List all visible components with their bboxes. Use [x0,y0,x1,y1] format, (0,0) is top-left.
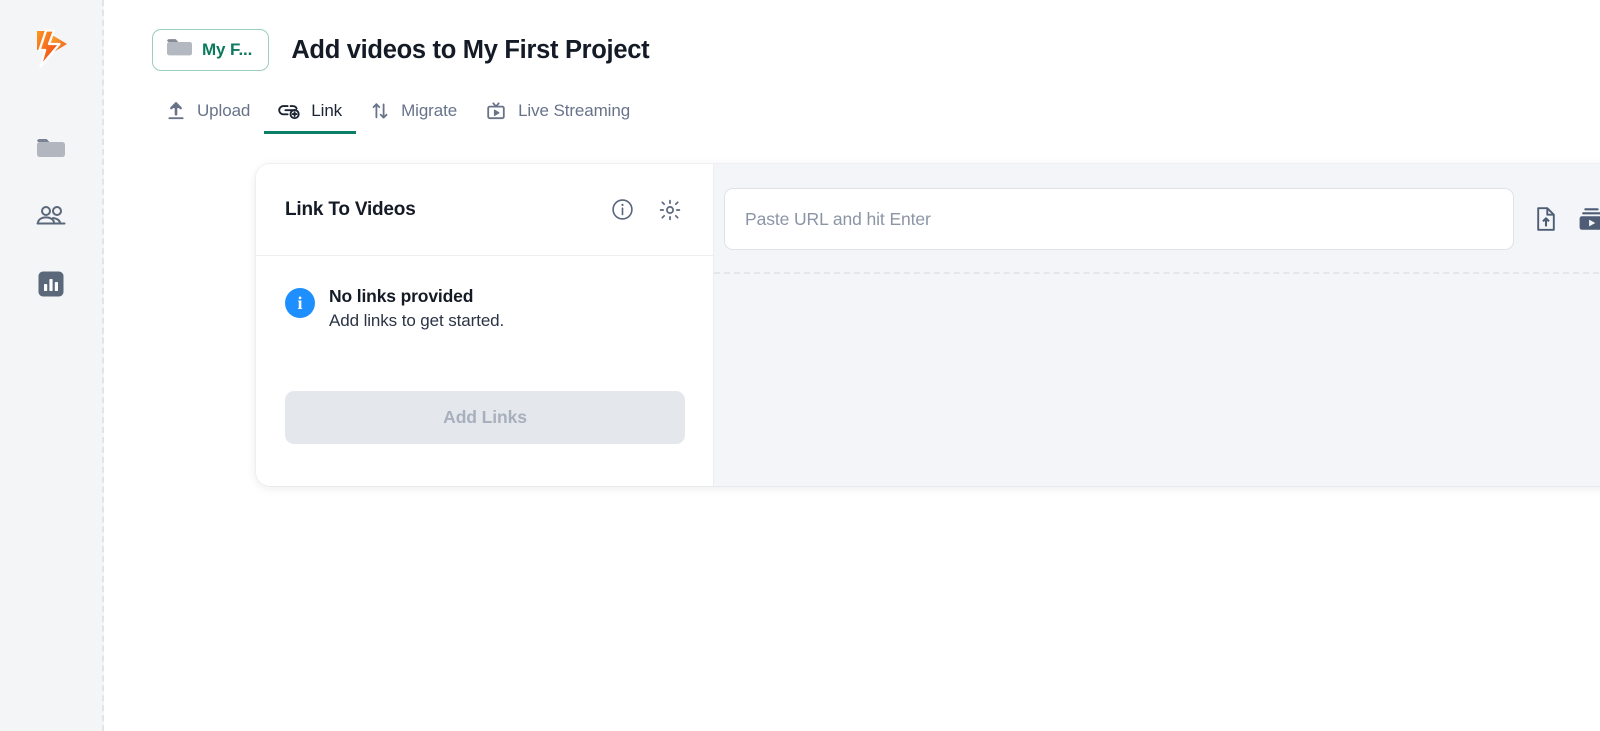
main-content: My F... Add videos to My First Project U… [104,0,1600,731]
panel-title: Link To Videos [285,199,609,221]
upload-icon [166,101,186,121]
tab-live-streaming[interactable]: Live Streaming [471,90,644,134]
panel-body: i No links provided Add links to get sta… [256,256,713,486]
link-videos-card: Link To Videos [256,164,1600,486]
video-library-icon[interactable] [1577,205,1600,233]
folder-icon [36,136,66,165]
users-icon [35,204,67,233]
page-header: My F... Add videos to My First Project [104,0,1600,72]
tab-label: Upload [197,101,250,121]
tab-label: Live Streaming [518,101,630,121]
folder-breadcrumb-chip[interactable]: My F... [152,29,269,71]
live-tv-icon [485,101,507,121]
tab-link[interactable]: Link [264,90,356,134]
url-drop-panel [714,164,1600,486]
empty-state-subtitle: Add links to get started. [329,311,504,331]
file-upload-icon[interactable] [1532,205,1560,233]
link-add-icon [278,101,300,121]
url-drop-area[interactable] [714,274,1600,486]
url-row-actions [1532,205,1600,233]
analytics-icon [38,271,64,302]
info-filled-icon: i [285,288,315,318]
tab-label: Link [311,101,342,121]
tab-migrate[interactable]: Migrate [356,90,471,134]
add-links-button[interactable]: Add Links [285,391,685,444]
info-glyph: i [297,294,302,312]
panel-header: Link To Videos [256,164,713,256]
empty-state: i No links provided Add links to get sta… [285,286,684,331]
panel-header-actions [609,197,683,223]
url-input-row [714,164,1600,274]
app-logo[interactable] [26,22,76,72]
info-circle-icon[interactable] [609,197,635,223]
sidebar-item-projects[interactable] [34,135,68,165]
left-nav-rail [0,0,104,731]
link-to-videos-panel: Link To Videos [256,164,714,486]
gear-icon[interactable] [657,197,683,223]
page-title: Add videos to My First Project [291,36,649,65]
empty-state-texts: No links provided Add links to get start… [329,286,504,331]
sidebar-item-analytics[interactable] [34,271,68,301]
content-source-tabs: Upload Link [152,90,1600,134]
tab-upload[interactable]: Upload [152,90,264,134]
rail-nav [34,135,68,301]
empty-state-title: No links provided [329,286,504,307]
folder-icon [166,37,193,63]
app-root: My F... Add videos to My First Project U… [0,0,1600,731]
url-input[interactable] [724,188,1514,250]
tab-label: Migrate [401,101,457,121]
sidebar-item-team[interactable] [34,203,68,233]
migrate-arrows-icon [370,101,390,121]
folder-chip-label: My F... [202,40,252,60]
